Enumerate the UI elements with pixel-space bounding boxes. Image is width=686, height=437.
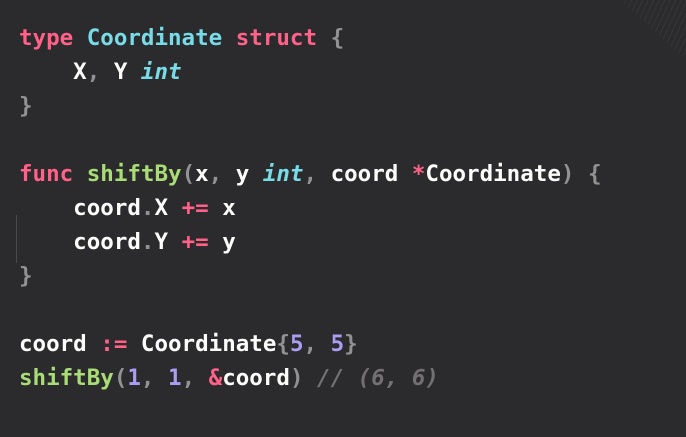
code-token: , bbox=[303, 161, 318, 187]
code-token: } bbox=[19, 93, 33, 119]
code-token: shiftBy bbox=[19, 365, 114, 391]
code-token: X bbox=[19, 59, 87, 85]
code-token: 5 bbox=[330, 331, 345, 357]
code-token: coord bbox=[19, 331, 101, 357]
code-token: ( bbox=[113, 365, 128, 391]
code-token: ) bbox=[560, 161, 575, 187]
code-token: type bbox=[19, 25, 74, 51]
code-token: x bbox=[195, 161, 209, 187]
code-token: // (6, 6) bbox=[317, 365, 439, 391]
code-token: coord bbox=[317, 161, 412, 187]
code-token: ) bbox=[289, 365, 304, 391]
code-token: coord bbox=[19, 229, 141, 255]
code-block[interactable]: type Coordinate struct { X, Y int} func s… bbox=[19, 21, 602, 395]
code-token: X bbox=[154, 195, 182, 221]
code-token: struct bbox=[235, 25, 318, 51]
code-line: coord.Y += y bbox=[19, 225, 602, 259]
code-token: += bbox=[181, 195, 209, 221]
code-token: { bbox=[330, 25, 345, 51]
code-line: shiftBy(1, 1, &coord) // (6, 6) bbox=[19, 361, 602, 395]
code-token: { bbox=[587, 161, 602, 187]
code-token: , bbox=[140, 365, 155, 391]
code-token: } bbox=[344, 331, 358, 357]
code-token: , bbox=[86, 59, 101, 85]
code-token: Coordinate bbox=[127, 331, 277, 357]
code-line: coord := Coordinate{5, 5} bbox=[19, 327, 602, 361]
code-token: ( bbox=[181, 161, 196, 187]
code-token: * bbox=[411, 161, 426, 187]
code-token: . bbox=[140, 195, 155, 221]
code-token: 5 bbox=[289, 331, 304, 357]
code-token: } bbox=[19, 263, 33, 289]
code-token: y bbox=[208, 229, 236, 255]
code-line: } bbox=[19, 259, 602, 293]
code-token: , bbox=[208, 161, 223, 187]
code-token: . bbox=[140, 229, 155, 255]
code-token: int bbox=[262, 161, 304, 187]
code-token: shiftBy bbox=[86, 161, 182, 187]
code-token: coord bbox=[19, 195, 141, 221]
code-editor: type Coordinate struct { X, Y int} func s… bbox=[0, 0, 686, 437]
code-token: 1 bbox=[127, 365, 141, 391]
indent-guide bbox=[16, 215, 17, 263]
code-token: int bbox=[140, 59, 182, 85]
code-token: Coordinate bbox=[425, 161, 561, 187]
code-line: } bbox=[19, 89, 602, 123]
code-token: , bbox=[181, 365, 196, 391]
code-token: , bbox=[303, 331, 318, 357]
code-token: y bbox=[222, 161, 263, 187]
code-token: Y bbox=[154, 229, 182, 255]
code-line: type Coordinate struct { bbox=[19, 21, 602, 55]
code-token: := bbox=[100, 331, 128, 357]
code-token: func bbox=[19, 161, 74, 187]
code-token: coord bbox=[222, 365, 290, 391]
code-token: Coordinate bbox=[86, 25, 223, 51]
code-token: 1 bbox=[168, 365, 182, 391]
code-token: { bbox=[276, 331, 290, 357]
code-token: Y bbox=[100, 59, 141, 85]
code-line: func shiftBy(x, y int, coord *Coordinate… bbox=[19, 157, 602, 191]
code-line: X, Y int bbox=[19, 55, 602, 89]
code-token: x bbox=[208, 195, 236, 221]
code-token: += bbox=[181, 229, 209, 255]
code-line: coord.X += x bbox=[19, 191, 602, 225]
code-token: & bbox=[208, 365, 223, 391]
